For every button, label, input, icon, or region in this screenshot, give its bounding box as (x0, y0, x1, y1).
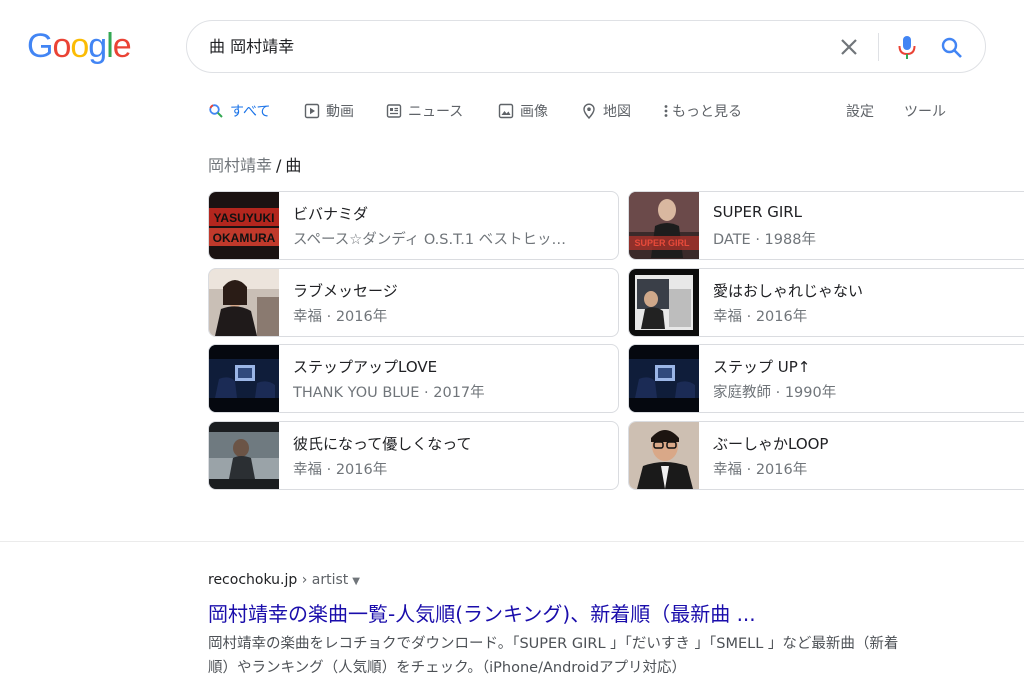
tab-label: 画像 (520, 104, 548, 120)
song-card[interactable]: ラブメッセージ 幸福 · 2016年 (208, 268, 619, 337)
album-thumbnail (629, 269, 699, 336)
song-card[interactable]: ステップアップLOVE THANK YOU BLUE · 2017年 (208, 344, 619, 413)
tab-label: 動画 (326, 104, 354, 120)
tab-images[interactable]: 画像 (498, 100, 548, 122)
album-thumbnail (209, 345, 279, 412)
tab-label: 設定 (846, 104, 874, 120)
tab-label: 地図 (603, 104, 631, 120)
google-logo[interactable]: Google (27, 27, 132, 66)
song-album: 幸福 · 2016年 (713, 462, 808, 478)
song-title: SUPER GIRL (713, 203, 803, 221)
logo-letter: G (27, 27, 53, 65)
song-album: DATE · 1988年 (713, 232, 816, 248)
song-album: 幸福 · 2016年 (293, 309, 388, 325)
section-divider (0, 541, 1024, 542)
tab-more[interactable]: もっと見る (662, 100, 742, 122)
tab-maps[interactable]: 地図 (581, 100, 631, 122)
thumb-text: YASUYUKI (214, 211, 275, 225)
map-pin-icon (583, 103, 595, 119)
song-album: 幸福 · 2016年 (293, 462, 388, 478)
song-title: ビバナミダ (293, 205, 369, 223)
logo-letter: o (70, 27, 89, 65)
album-thumbnail (209, 269, 279, 336)
image-icon (498, 103, 514, 119)
song-card[interactable]: YASUYUKI OKAMURA ビバナミダ スペース☆ダンディ O.S.T.1… (208, 191, 619, 260)
song-card[interactable]: 愛はおしゃれじゃない 幸福 · 2016年 (628, 268, 1024, 337)
clear-icon[interactable] (837, 35, 861, 59)
thumb-text: SUPER GIRL (634, 238, 690, 248)
thumb-text: OKAMURA (213, 231, 276, 245)
mic-icon[interactable] (895, 34, 919, 60)
tab-videos[interactable]: 動画 (304, 100, 354, 122)
result-domain: recochoku.jp (208, 572, 298, 588)
tab-label: すべて (230, 104, 271, 120)
tab-all[interactable]: すべて (208, 100, 270, 122)
song-card[interactable]: SUPER GIRL SUPER GIRL DATE · 1988年 (628, 191, 1024, 260)
logo-letter: o (52, 27, 71, 65)
play-icon (304, 103, 320, 119)
search-icon (209, 104, 223, 118)
logo-letter: e (112, 27, 132, 65)
song-album: THANK YOU BLUE · 2017年 (293, 385, 485, 401)
breadcrumb-artist[interactable]: 岡村靖幸 (208, 156, 272, 175)
search-box[interactable]: 曲 岡村靖幸 (186, 20, 986, 73)
song-title: ラブメッセージ (293, 282, 398, 300)
breadcrumb: 岡村靖幸 / 曲 (208, 152, 301, 176)
song-card[interactable]: ぶーしゃかLOOP 幸福 · 2016年 (628, 421, 1024, 490)
tab-label: ツール (904, 104, 946, 120)
song-title: 愛はおしゃれじゃない (713, 282, 864, 300)
song-title: ぶーしゃかLOOP (713, 435, 829, 453)
album-thumbnail (629, 422, 699, 489)
logo-letter: g (88, 27, 107, 65)
search-icon[interactable] (939, 35, 965, 61)
tab-tools[interactable]: ツール (904, 100, 946, 122)
song-title: 彼氏になって優しくなって (293, 435, 472, 453)
search-tabs: すべて 動画 ニュース 画像 地図 もっと見る 設定 ツール (208, 100, 988, 124)
result-title-link[interactable]: 岡村靖幸の楽曲一覧-人気順(ランキング)、新着順（最新曲 ... (208, 598, 756, 627)
more-vert-icon (664, 105, 668, 117)
song-album: 家庭教師 · 1990年 (713, 385, 837, 401)
tab-label: ニュース (408, 104, 464, 120)
song-card[interactable]: ステップ UP↑ 家庭教師 · 1990年 (628, 344, 1024, 413)
search-divider (878, 33, 879, 61)
song-album: 幸福 · 2016年 (713, 309, 808, 325)
breadcrumb-current: 曲 (285, 156, 302, 175)
result-cite: recochoku.jp › artist ▼ (208, 572, 360, 588)
result-path: › artist (297, 572, 349, 588)
song-card[interactable]: 彼氏になって優しくなって 幸福 · 2016年 (208, 421, 619, 490)
breadcrumb-separator: / (276, 156, 282, 175)
tab-label: もっと見る (672, 104, 742, 120)
song-album: スペース☆ダンディ O.S.T.1 ベストヒッ… (293, 232, 566, 248)
album-thumbnail: SUPER GIRL (629, 192, 699, 259)
search-input[interactable]: 曲 岡村靖幸 (209, 21, 294, 72)
album-thumbnail: YASUYUKI OKAMURA (209, 192, 279, 259)
tab-news[interactable]: ニュース (386, 100, 463, 122)
song-title: ステップ UP↑ (713, 358, 811, 376)
album-thumbnail (629, 345, 699, 412)
result-snippet: 岡村靖幸の楽曲をレコチョクでダウンロード。「SUPER GIRL 」「だいすき … (208, 636, 899, 676)
tab-settings[interactable]: 設定 (846, 100, 874, 122)
caret-down-icon[interactable]: ▼ (352, 576, 360, 587)
album-thumbnail (209, 422, 279, 489)
song-title: ステップアップLOVE (293, 358, 438, 376)
newspaper-icon (386, 104, 402, 118)
